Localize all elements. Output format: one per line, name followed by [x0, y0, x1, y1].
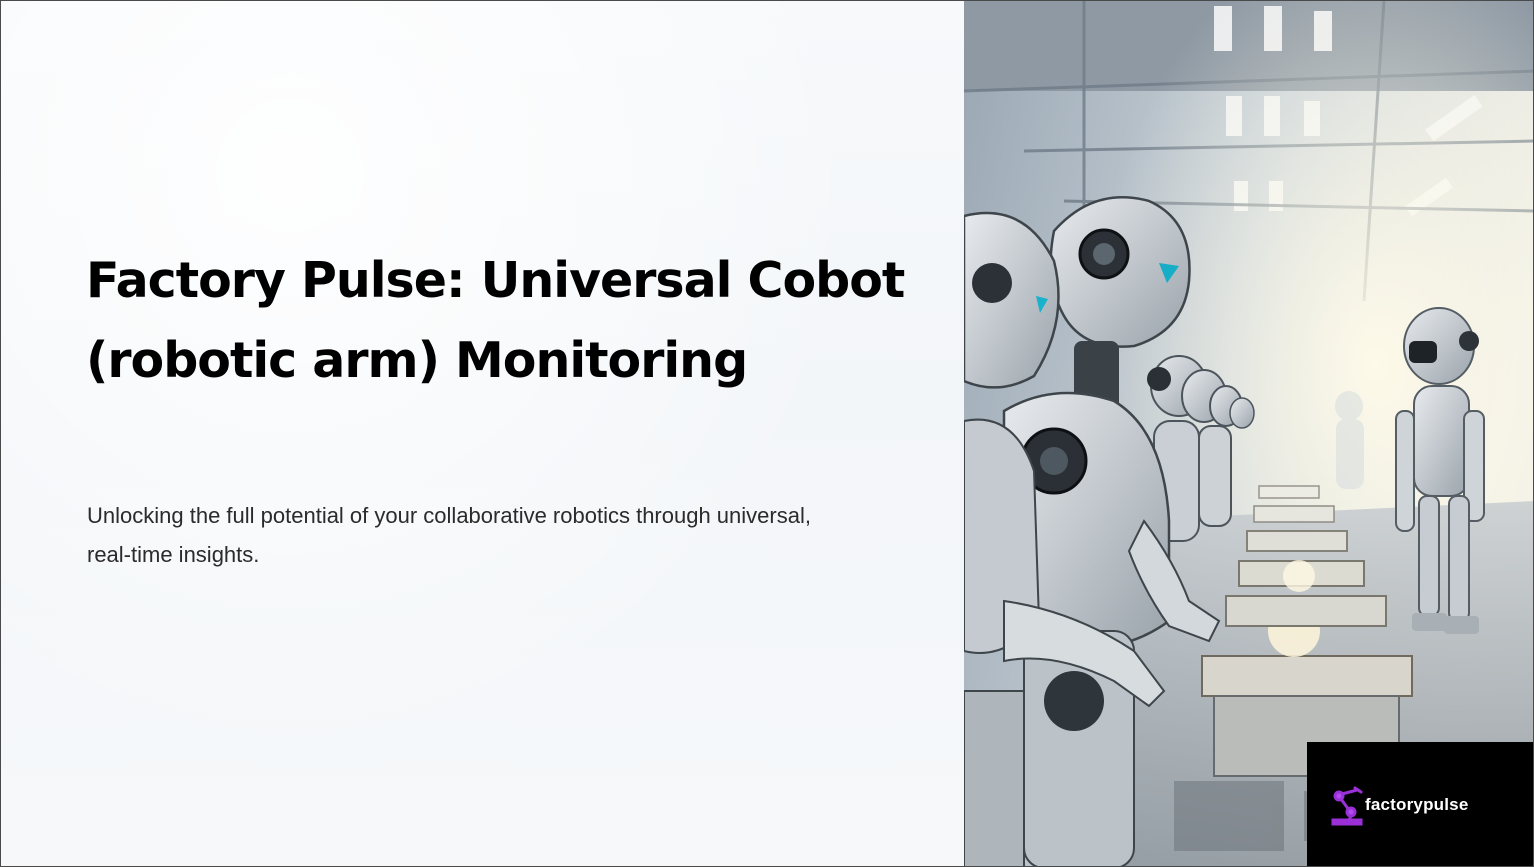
slide-title: Factory Pulse: Universal Cobot (robotic …: [86, 252, 905, 389]
factorypulse-logo: factorypulse: [1307, 742, 1533, 866]
text-panel: Factory Pulse: Universal Cobot (robotic …: [1, 1, 964, 866]
factory-robots-image: [964, 1, 1533, 866]
robotic-arm-icon: [1329, 786, 1367, 831]
logo-text: factorypulse: [1365, 795, 1469, 814]
slide-subtitle: Unlocking the full potential of your col…: [87, 503, 811, 567]
slide: Factory Pulse: Universal Cobot (robotic …: [0, 0, 1534, 867]
